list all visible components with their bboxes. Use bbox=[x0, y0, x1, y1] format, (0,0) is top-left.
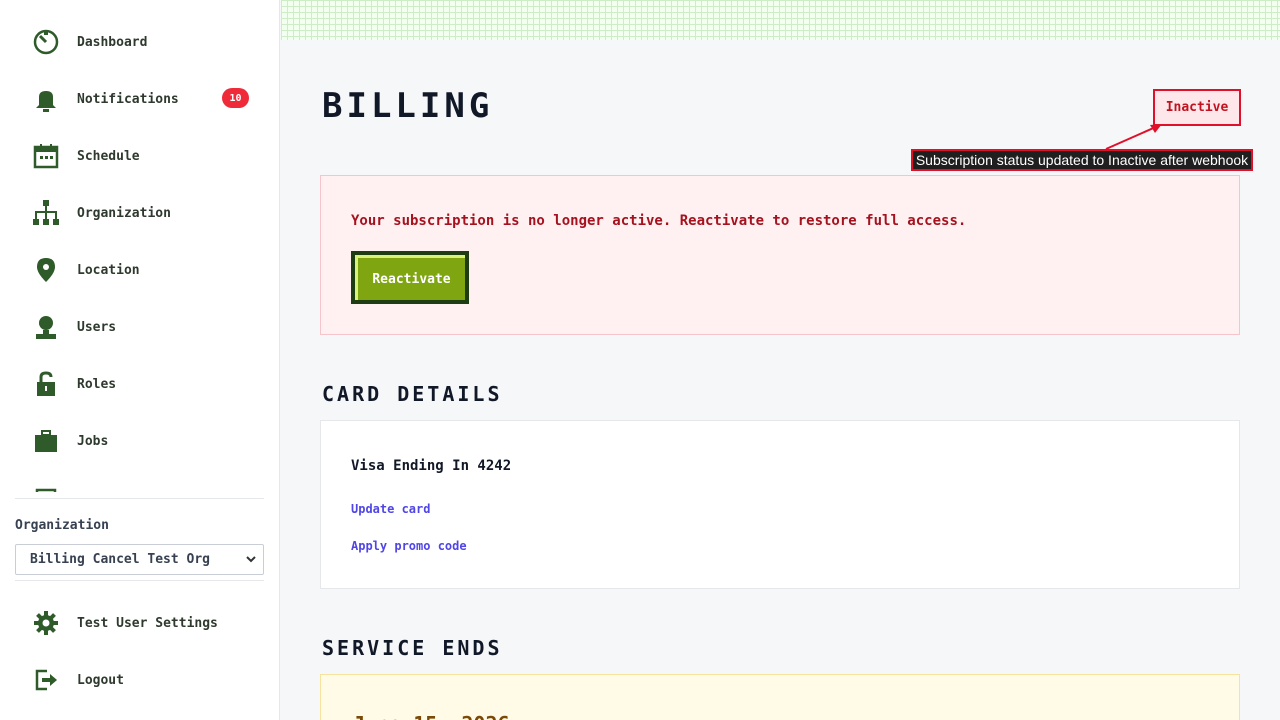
sidebar-item-jobs[interactable]: Jobs bbox=[30, 425, 260, 457]
dashboard-icon bbox=[30, 26, 62, 58]
sidebar-item-settings[interactable]: Test User Settings bbox=[30, 607, 260, 639]
sidebar-item-label: Schedule bbox=[77, 148, 140, 164]
sidebar-item-logout[interactable]: Logout bbox=[30, 664, 260, 696]
sidebar-item-partial[interactable] bbox=[30, 482, 260, 492]
service-end-date: June 15, 2026 bbox=[353, 712, 510, 720]
sidebar-item-location[interactable]: Location bbox=[30, 254, 260, 286]
service-ends-heading: SERVICE ENDS bbox=[322, 636, 503, 660]
bell-icon bbox=[30, 83, 62, 115]
sidebar-item-label: Logout bbox=[77, 672, 124, 688]
sidebar-item-organization[interactable]: Organization bbox=[30, 197, 260, 229]
header-grid-strip bbox=[281, 0, 1280, 40]
sidebar-nav: Dashboard Notifications 10 Schedule Orga… bbox=[0, 0, 279, 492]
notification-count-badge: 10 bbox=[222, 88, 249, 108]
page-title: BILLING bbox=[322, 86, 494, 126]
apply-promo-link[interactable]: Apply promo code bbox=[351, 539, 467, 553]
alert-message: Your subscription is no longer active. R… bbox=[351, 213, 967, 229]
update-card-link[interactable]: Update card bbox=[351, 502, 430, 516]
sidebar-item-notifications[interactable]: Notifications 10 bbox=[30, 83, 260, 115]
annotation-label: Subscription status updated to Inactive … bbox=[911, 149, 1253, 171]
map-pin-icon bbox=[30, 254, 62, 286]
annotation-arrow bbox=[1105, 124, 1162, 150]
sidebar-item-users[interactable]: Users bbox=[30, 311, 260, 343]
card-details-heading: CARD DETAILS bbox=[322, 382, 503, 406]
document-icon bbox=[30, 482, 62, 492]
sidebar-item-label: Users bbox=[77, 319, 117, 335]
briefcase-icon bbox=[30, 425, 62, 457]
sidebar-item-label: Notifications bbox=[77, 91, 179, 107]
service-ends-panel: June 15, 2026 bbox=[320, 674, 1240, 720]
sidebar-item-label: Test User Settings bbox=[77, 615, 218, 631]
chevron-down-icon bbox=[246, 556, 256, 563]
gear-icon bbox=[30, 607, 62, 639]
org-select[interactable]: Billing Cancel Test Org bbox=[15, 544, 264, 575]
sidebar: Dashboard Notifications 10 Schedule Orga… bbox=[0, 0, 280, 720]
sidebar-item-dashboard[interactable]: Dashboard bbox=[30, 26, 260, 58]
org-select-value: Billing Cancel Test Org bbox=[30, 552, 211, 567]
reactivate-button-label: Reactivate bbox=[355, 255, 465, 300]
card-details-panel: Visa Ending In 4242 Update card Apply pr… bbox=[320, 420, 1240, 589]
sidebar-item-label: Jobs bbox=[77, 433, 109, 449]
sidebar-item-roles[interactable]: Roles bbox=[30, 368, 260, 400]
sidebar-divider bbox=[15, 580, 264, 581]
sidebar-item-label: Dashboard bbox=[77, 34, 148, 50]
calendar-icon bbox=[30, 140, 62, 172]
sidebar-item-label: Roles bbox=[77, 376, 117, 392]
sidebar-item-schedule[interactable]: Schedule bbox=[30, 140, 260, 172]
sidebar-item-label: Organization bbox=[77, 205, 171, 221]
org-chart-icon bbox=[30, 197, 62, 229]
reactivate-button[interactable]: Reactivate bbox=[351, 251, 469, 304]
card-summary: Visa Ending In 4242 bbox=[351, 458, 512, 474]
inactive-alert: Your subscription is no longer active. R… bbox=[320, 175, 1240, 335]
lock-icon bbox=[30, 368, 62, 400]
sidebar-item-label: Location bbox=[77, 262, 140, 278]
user-icon bbox=[30, 311, 62, 343]
logout-icon bbox=[30, 664, 62, 696]
org-label: Organization bbox=[15, 518, 109, 533]
sidebar-divider bbox=[15, 498, 264, 499]
